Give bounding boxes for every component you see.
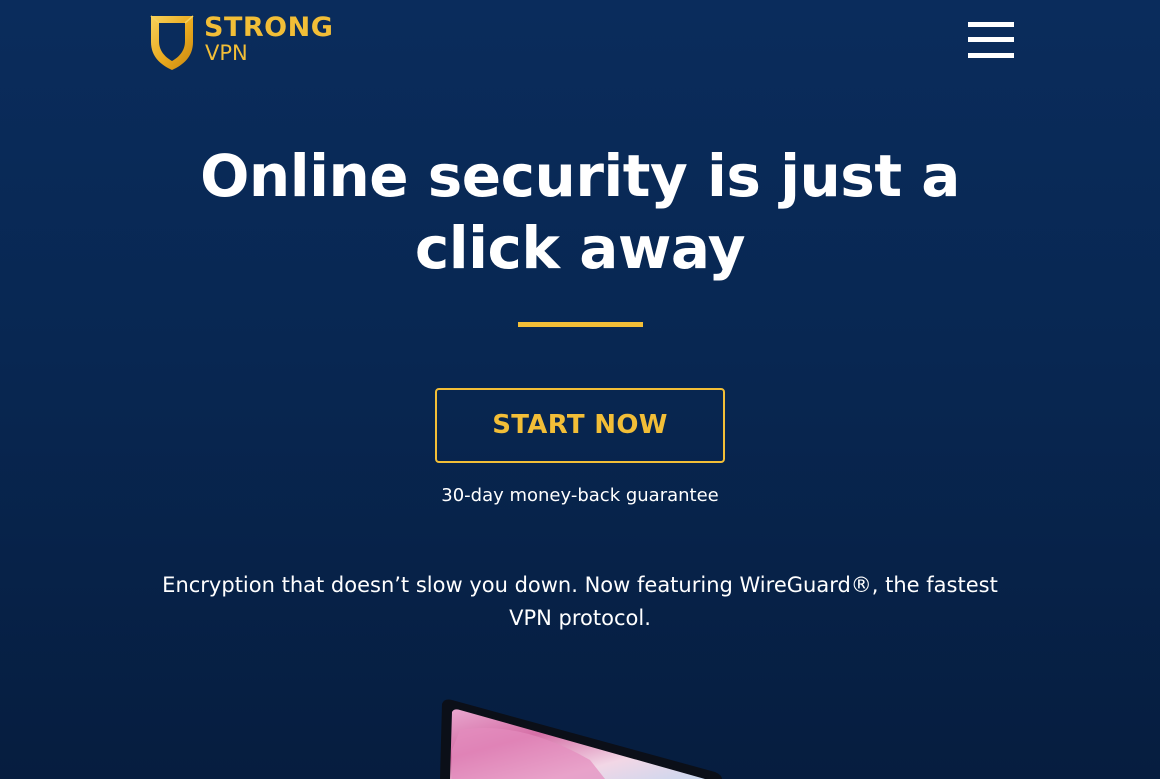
headline-divider [518, 322, 643, 327]
logo-wordmark-strong: STRONG [204, 12, 334, 43]
hero-headline: Online security is just a click away [200, 142, 960, 282]
hamburger-menu-icon[interactable] [968, 22, 1014, 60]
money-back-guarantee-text: 30-day money-back guarantee [441, 485, 719, 506]
shield-logo-icon [150, 15, 194, 70]
laptop-device-image [440, 699, 722, 779]
hero-tagline: Encryption that doesn’t slow you down. N… [162, 573, 998, 630]
logo-wordmark-vpn: VPN [205, 41, 248, 65]
site-header: STRONG VPN [0, 0, 1160, 80]
strongvpn-logo[interactable]: STRONG VPN [148, 12, 348, 74]
start-now-button[interactable]: START NOW [435, 388, 725, 463]
